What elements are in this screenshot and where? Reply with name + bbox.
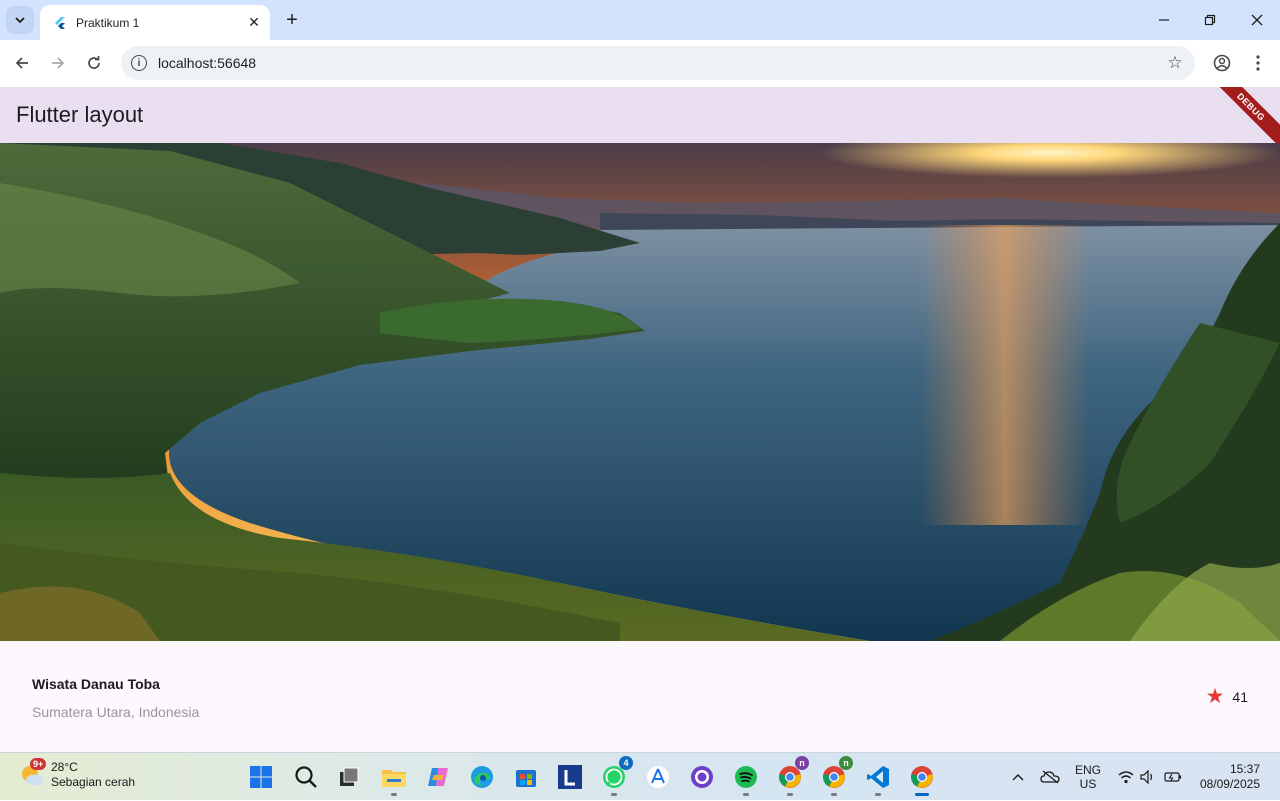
- reload-icon: [88, 56, 100, 69]
- running-indicator: [831, 793, 837, 796]
- github-desktop-icon[interactable]: [686, 761, 718, 793]
- clock-date: 08/09/2025: [1199, 777, 1260, 791]
- place-name: Wisata Danau Toba: [32, 676, 160, 692]
- app-bar: Flutter layout DEBUG: [0, 87, 1280, 143]
- browser-toolbar: i localhost:56648 ☆: [0, 40, 1280, 86]
- weather-sun-cloud-icon: 9+: [20, 758, 47, 788]
- store-app-icon[interactable]: [642, 761, 674, 793]
- tab-title: Praktikum 1: [76, 15, 140, 30]
- vscode-icon[interactable]: [862, 761, 894, 796]
- forward-button[interactable]: [44, 49, 72, 77]
- temperature: 28°C: [51, 760, 78, 774]
- profile-button[interactable]: [1208, 49, 1236, 77]
- running-indicator: [391, 793, 397, 796]
- new-tab-button[interactable]: +: [280, 8, 304, 32]
- arrow-right-icon: [52, 57, 65, 69]
- weather-condition: Sebagian cerah: [51, 775, 136, 789]
- edge-icon[interactable]: [466, 761, 498, 793]
- tab-search-button[interactable]: [6, 6, 34, 34]
- bookmark-star-icon[interactable]: ☆: [1159, 53, 1191, 73]
- flutter-icon: [52, 15, 68, 31]
- running-indicator: [875, 793, 881, 796]
- reload-button[interactable]: [80, 49, 108, 77]
- chevron-up-icon: [1012, 774, 1024, 781]
- tab-close-icon[interactable]: ✕: [244, 13, 264, 33]
- task-view-icon[interactable]: [333, 761, 365, 793]
- place-location: Sumatera Utara, Indonesia: [32, 704, 200, 720]
- volume-icon[interactable]: [1138, 753, 1158, 801]
- url-text[interactable]: localhost:56648: [158, 55, 1159, 71]
- spotify-icon[interactable]: [730, 761, 762, 796]
- close-window-button[interactable]: [1234, 0, 1280, 40]
- search-icon[interactable]: [290, 761, 322, 793]
- rating-count: 41: [1232, 689, 1248, 705]
- profile-icon: [1213, 54, 1231, 72]
- browser-menu-button[interactable]: [1244, 49, 1272, 77]
- kebab-menu-icon: [1256, 55, 1260, 71]
- onedrive-icon[interactable]: [1038, 753, 1062, 801]
- language-secondary: US: [1079, 777, 1097, 791]
- restore-button[interactable]: [1187, 0, 1233, 40]
- back-button[interactable]: [8, 49, 36, 77]
- weather-widget[interactable]: 9+ 28°C Sebagian cerah: [20, 758, 136, 790]
- whatsapp-icon[interactable]: 4: [598, 756, 633, 796]
- whatsapp-notification-badge: 4: [619, 756, 633, 770]
- browser-tab-strip: Praktikum 1 ✕ +: [0, 0, 1280, 40]
- chrome-profile-1-badge: n: [795, 756, 809, 770]
- page-title: Flutter layout: [16, 102, 144, 127]
- chrome-profile-2-icon[interactable]: n: [818, 756, 853, 796]
- clock-time: 15:37: [1229, 762, 1260, 776]
- restore-icon: [1204, 14, 1216, 26]
- chrome-profile-1-icon[interactable]: n: [774, 756, 809, 796]
- chrome-profile-2-badge: n: [839, 756, 853, 770]
- file-explorer-icon[interactable]: [378, 761, 410, 796]
- close-icon: [1251, 14, 1263, 26]
- microsoft-store-icon[interactable]: [510, 761, 542, 793]
- chevron-down-icon: [15, 17, 25, 24]
- copilot-icon[interactable]: [422, 761, 454, 793]
- language-primary: ENG: [1074, 763, 1101, 777]
- system-clock[interactable]: 15:37 08/09/2025: [1200, 762, 1260, 792]
- arrow-left-icon: [15, 57, 28, 69]
- rating: ★ 41: [1205, 685, 1248, 708]
- language-indicator[interactable]: ENG US: [1070, 753, 1106, 801]
- chrome-icon[interactable]: [906, 761, 938, 796]
- running-indicator: [743, 793, 749, 796]
- battery-icon[interactable]: [1162, 753, 1184, 801]
- minimize-button[interactable]: [1141, 0, 1187, 40]
- star-icon: ★: [1205, 685, 1225, 708]
- show-hidden-icons-button[interactable]: [1008, 753, 1028, 801]
- address-bar[interactable]: i localhost:56648 ☆: [121, 46, 1195, 80]
- lake-toba-image: [0, 143, 1280, 641]
- debug-banner: DEBUG: [1206, 87, 1280, 143]
- running-indicator: [611, 793, 617, 796]
- wifi-icon[interactable]: [1116, 753, 1136, 801]
- running-indicator: [787, 793, 793, 796]
- site-info-icon[interactable]: i: [131, 55, 147, 71]
- minimize-icon: [1159, 19, 1169, 21]
- tab-praktikum[interactable]: Praktikum 1 ✕: [40, 5, 270, 40]
- weather-alert-badge: 9+: [30, 758, 47, 770]
- title-section: Wisata Danau Toba Sumatera Utara, Indone…: [0, 641, 1280, 752]
- taskbar: 9+ 28°C Sebagian cerah 4 n n ENG US 15:3…: [0, 752, 1280, 800]
- l-app-icon[interactable]: [554, 761, 586, 793]
- windows-start-icon[interactable]: [245, 761, 277, 793]
- active-indicator: [915, 793, 929, 796]
